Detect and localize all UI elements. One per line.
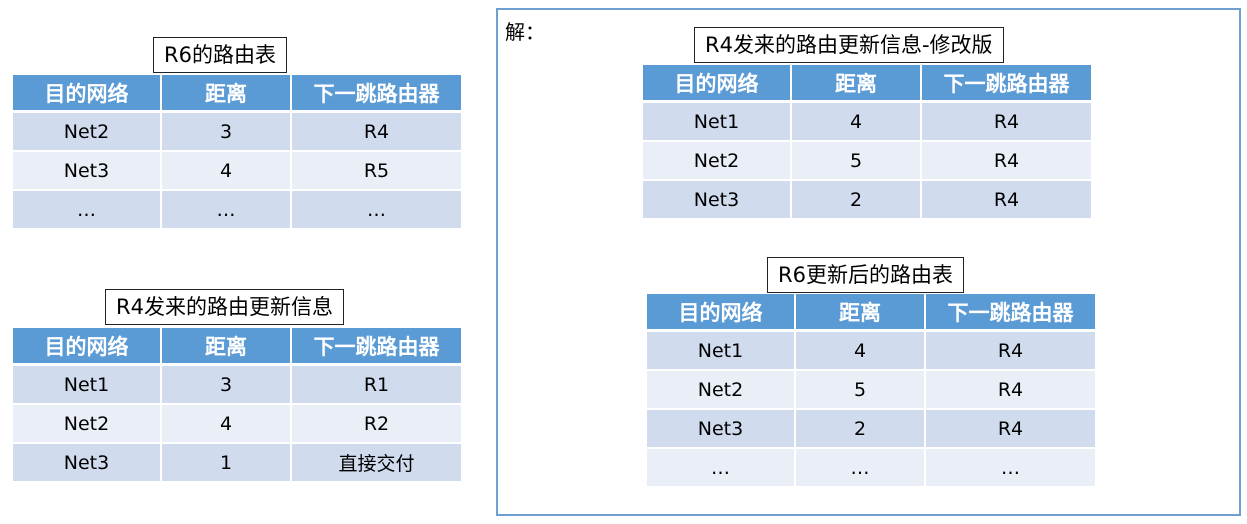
table-row: Net1 3 R1 [13, 366, 461, 405]
table-header-row: 目的网络 距离 下一跳路由器 [13, 75, 461, 113]
cell-destination-network: … [647, 449, 796, 488]
cell-next-hop-router: … [292, 191, 461, 230]
cell-destination-network: Net2 [643, 142, 792, 181]
header-distance: 距离 [792, 65, 922, 103]
cell-distance: 5 [792, 142, 922, 181]
header-destination-network: 目的网络 [13, 328, 162, 366]
cell-next-hop-router: R4 [926, 371, 1095, 410]
table-row: Net1 4 R4 [643, 103, 1091, 142]
cell-distance: 4 [796, 332, 926, 371]
r6-updated-table-caption: R6更新后的路由表 [767, 257, 964, 293]
cell-distance: … [796, 449, 926, 488]
header-next-hop-router: 下一跳路由器 [292, 328, 461, 366]
cell-distance: 4 [792, 103, 922, 142]
cell-distance: 3 [162, 366, 292, 405]
table-row: Net3 1 直接交付 [13, 444, 461, 483]
cell-next-hop-router: R2 [292, 405, 461, 444]
cell-distance: 2 [796, 410, 926, 449]
header-next-hop-router: 下一跳路由器 [926, 294, 1095, 332]
r6-routing-table: 目的网络 距离 下一跳路由器 Net2 3 R4 Net3 4 R5……… [13, 75, 461, 230]
cell-distance: 5 [796, 371, 926, 410]
table-row: Net3 4 R5 [13, 152, 461, 191]
r6-updated-routing-table: 目的网络 距离 下一跳路由器 Net1 4 R4 Net2 5 R4 Net3 2 R4……… [647, 294, 1095, 488]
cell-next-hop-router: R4 [926, 410, 1095, 449]
table-header-row: 目的网络 距离 下一跳路由器 [643, 65, 1091, 103]
table-header-row: 目的网络 距离 下一跳路由器 [647, 294, 1095, 332]
table-row: Net2 5 R4 [643, 142, 1091, 181]
modified-update-caption: R4发来的路由更新信息-修改版 [694, 27, 1004, 63]
table-row: Net3 2 R4 [647, 410, 1095, 449]
cell-next-hop-router: R4 [922, 103, 1091, 142]
cell-next-hop-router: R4 [922, 181, 1091, 220]
header-distance: 距离 [162, 75, 292, 113]
cell-distance: 4 [162, 152, 292, 191]
cell-destination-network: … [13, 191, 162, 230]
cell-next-hop-router: 直接交付 [292, 444, 461, 483]
cell-destination-network: Net3 [13, 152, 162, 191]
cell-destination-network: Net1 [13, 366, 162, 405]
cell-destination-network: Net1 [647, 332, 796, 371]
cell-destination-network: Net1 [643, 103, 792, 142]
cell-next-hop-router: R5 [292, 152, 461, 191]
cell-destination-network: Net2 [647, 371, 796, 410]
cell-next-hop-router: R1 [292, 366, 461, 405]
table-row: ……… [13, 191, 461, 230]
table-row: Net2 5 R4 [647, 371, 1095, 410]
r4-update-table: 目的网络 距离 下一跳路由器 Net1 3 R1 Net2 4 R2 Net3 1 直接交付 [13, 328, 461, 483]
header-destination-network: 目的网络 [647, 294, 796, 332]
cell-destination-network: Net2 [13, 405, 162, 444]
cell-destination-network: Net2 [13, 113, 162, 152]
cell-next-hop-router: R4 [922, 142, 1091, 181]
header-next-hop-router: 下一跳路由器 [292, 75, 461, 113]
header-distance: 距离 [162, 328, 292, 366]
cell-next-hop-router: … [926, 449, 1095, 488]
header-destination-network: 目的网络 [13, 75, 162, 113]
cell-distance: 2 [792, 181, 922, 220]
cell-distance: 3 [162, 113, 292, 152]
r6-table-caption: R6的路由表 [153, 37, 287, 73]
cell-destination-network: Net3 [647, 410, 796, 449]
cell-distance: 1 [162, 444, 292, 483]
cell-next-hop-router: R4 [292, 113, 461, 152]
table-row: Net2 4 R2 [13, 405, 461, 444]
cell-destination-network: Net3 [643, 181, 792, 220]
header-distance: 距离 [796, 294, 926, 332]
table-row: Net3 2 R4 [643, 181, 1091, 220]
r4-update-caption: R4发来的路由更新信息 [105, 289, 344, 325]
cell-destination-network: Net3 [13, 444, 162, 483]
modified-update-table: 目的网络 距离 下一跳路由器 Net1 4 R4 Net2 5 R4 Net3 2 R4 [643, 65, 1091, 220]
table-row: Net2 3 R4 [13, 113, 461, 152]
table-row: ……… [647, 449, 1095, 488]
cell-distance: … [162, 191, 292, 230]
table-row: Net1 4 R4 [647, 332, 1095, 371]
cell-distance: 4 [162, 405, 292, 444]
table-header-row: 目的网络 距离 下一跳路由器 [13, 328, 461, 366]
cell-next-hop-router: R4 [926, 332, 1095, 371]
solution-label: 解： [505, 20, 545, 44]
header-destination-network: 目的网络 [643, 65, 792, 103]
header-next-hop-router: 下一跳路由器 [922, 65, 1091, 103]
